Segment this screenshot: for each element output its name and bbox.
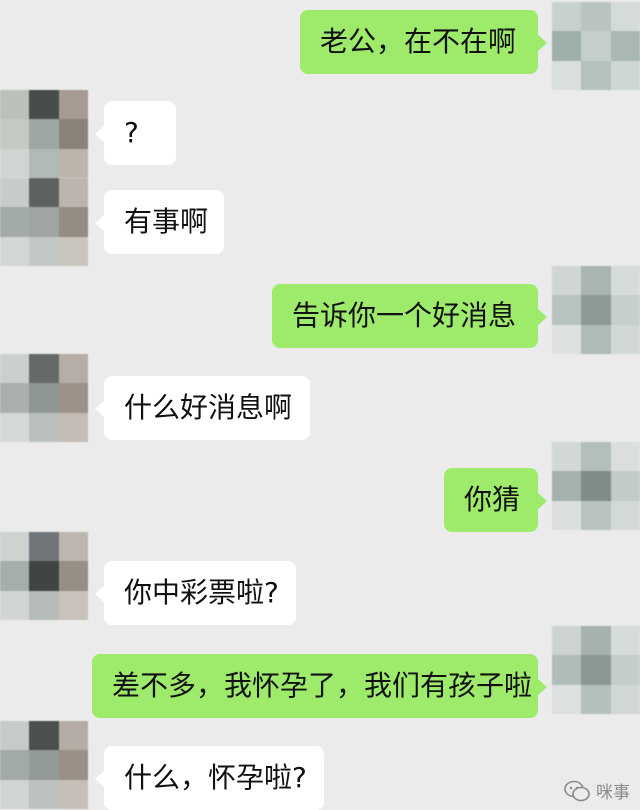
message-bubble-incoming[interactable]: 你中彩票啦?: [95, 561, 296, 625]
avatar[interactable]: [0, 532, 88, 620]
avatar[interactable]: [0, 721, 88, 809]
message-bubble-outgoing[interactable]: 差不多，我怀孕了，我们有孩子啦: [92, 654, 547, 718]
wechat-official-account-icon: [564, 780, 590, 802]
avatar[interactable]: [0, 178, 88, 266]
message-bubble-outgoing[interactable]: 告诉你一个好消息: [272, 284, 547, 348]
avatar[interactable]: [552, 266, 640, 354]
message-bubble-incoming[interactable]: 什么好消息啊: [95, 376, 310, 440]
message-bubble-incoming[interactable]: 有事啊: [95, 190, 224, 254]
avatar[interactable]: [552, 2, 640, 90]
avatar[interactable]: [0, 90, 88, 178]
watermark-text: 咪事: [596, 783, 630, 803]
message-bubble-outgoing[interactable]: 老公，在不在啊: [300, 10, 547, 74]
message-bubble-outgoing[interactable]: 你猜: [444, 468, 547, 532]
message-bubble-incoming[interactable]: ?: [95, 101, 176, 165]
message-bubble-incoming[interactable]: 什么，怀孕啦?: [95, 746, 324, 810]
avatar[interactable]: [552, 626, 640, 714]
avatar[interactable]: [552, 442, 640, 530]
avatar[interactable]: [0, 354, 88, 442]
watermark: 咪事: [564, 778, 630, 803]
